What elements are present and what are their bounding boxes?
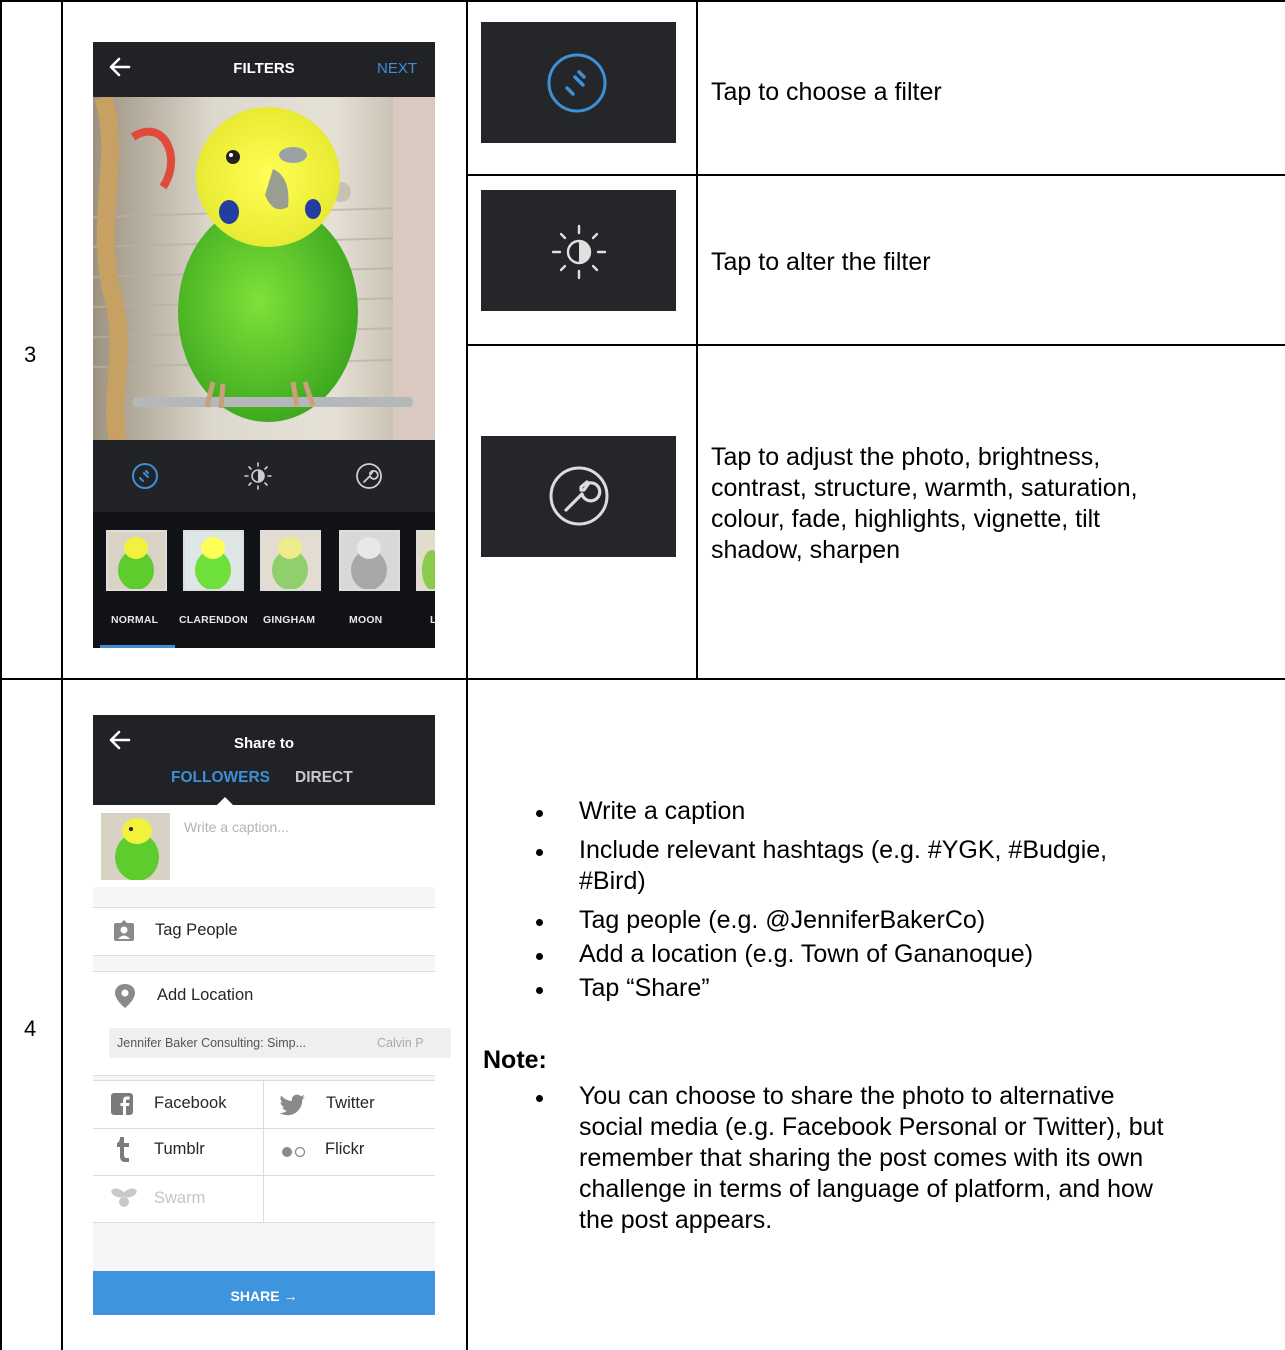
filter-icon[interactable] (131, 462, 159, 495)
bullet-dot (536, 1095, 543, 1102)
tab-followers[interactable]: FOLLOWERS (171, 769, 270, 787)
caption-input[interactable]: Write a caption... (184, 819, 289, 835)
caption-area: Write a caption... (93, 805, 435, 887)
brightness-icon[interactable] (243, 461, 273, 496)
bullet-item: Tap “Share” (579, 974, 710, 1002)
location-pin-icon (115, 984, 135, 1013)
brightness-tool-tile (481, 190, 676, 311)
tag-people-label: Tag People (155, 921, 238, 939)
bullet-dot (536, 810, 543, 817)
filter-thumb-partial[interactable] (416, 530, 435, 591)
swarm-toggle[interactable]: Swarm (154, 1189, 205, 1208)
bullet-dot (536, 987, 543, 994)
location-suggestion-chip[interactable]: Jennifer Baker Consulting: Simp... (109, 1028, 375, 1058)
filter-thumb-moon[interactable] (339, 530, 400, 591)
edit-toolbar (93, 440, 435, 512)
post-thumbnail (101, 813, 170, 880)
tab-direct[interactable]: DIRECT (295, 769, 353, 787)
twitter-toggle[interactable]: Twitter (326, 1094, 375, 1113)
next-button[interactable]: NEXT (377, 60, 417, 77)
flickr-icon (281, 1145, 307, 1163)
filter-label: GINGHAM (263, 614, 316, 626)
filter-instruction: Tap to choose a filter (711, 78, 942, 106)
bullet-dot (536, 953, 543, 960)
add-location-row[interactable]: Add Location (93, 971, 435, 1076)
note-line: challenge in terms of language of platfo… (579, 1175, 1153, 1203)
adjust-tool-tile (481, 436, 676, 557)
filter-label: L (430, 614, 437, 626)
note-line: the post appears. (579, 1206, 773, 1234)
note-line: remember that sharing the post comes wit… (579, 1144, 1144, 1172)
adjust-instruction: Tap to adjust the photo, brightness, con… (711, 442, 1138, 566)
step-number: 4 (24, 1016, 37, 1041)
filter-label: MOON (349, 614, 383, 626)
filter-thumb-normal[interactable] (106, 530, 167, 591)
adjust-instruction-line: shadow, sharpen (711, 536, 901, 564)
share-button[interactable]: SHARE → (93, 1271, 435, 1315)
bullet-item: Include relevant hashtags (e.g. #YGK, #B… (579, 836, 1108, 864)
wrench-icon (547, 464, 611, 533)
add-location-label: Add Location (157, 986, 254, 1004)
bullet-item: Write a caption (579, 797, 746, 825)
alter-instruction: Tap to alter the filter (711, 248, 931, 276)
filter-thumb-clarendon[interactable] (183, 530, 244, 591)
note-heading: Note: (483, 1046, 547, 1074)
step-number: 3 (24, 342, 37, 367)
adjust-instruction-line: contrast, structure, warmth, saturation, (711, 474, 1138, 502)
share-screen: Share to FOLLOWERS DIRECT Write a captio… (93, 715, 435, 1315)
tag-people-row[interactable]: Tag People (93, 907, 435, 956)
bullet-item-continued: #Bird) (579, 867, 646, 895)
bullet-item: Add a location (e.g. Town of Gananoque) (579, 940, 1034, 968)
note-line: social media (e.g. Facebook Personal or … (579, 1113, 1164, 1141)
share-title: Share to (233, 735, 294, 752)
bullet-dot (536, 919, 543, 926)
brightness-icon (549, 222, 609, 287)
bullet-dot (536, 849, 543, 856)
tab-pointer (217, 797, 233, 805)
filter-thumb-gingham[interactable] (260, 530, 321, 591)
bullet-item: Tag people (e.g. @JenniferBakerCo) (579, 906, 986, 934)
adjust-instruction-line: colour, fade, highlights, vignette, tilt (711, 505, 1101, 533)
person-tag-icon (113, 920, 135, 947)
facebook-toggle[interactable]: Facebook (154, 1094, 226, 1113)
share-header (93, 715, 435, 805)
filter-label: CLARENDON (179, 614, 248, 626)
tumblr-icon (115, 1137, 131, 1168)
filter-label: NORMAL (111, 614, 159, 626)
twitter-icon (279, 1094, 306, 1121)
filter-tool-tile (481, 22, 676, 143)
note-line: You can choose to share the photo to alt… (579, 1082, 1115, 1110)
wrench-icon[interactable] (355, 462, 383, 495)
filter-icon (545, 51, 609, 120)
budgie-photo (93, 97, 435, 440)
tumblr-toggle[interactable]: Tumblr (154, 1140, 205, 1159)
selected-filter-indicator (100, 645, 175, 648)
facebook-icon (111, 1093, 133, 1120)
share-networks: Facebook Twitter Tumblr Flickr Swarm (93, 1080, 435, 1223)
location-suggestion-chip[interactable]: Calvin P (369, 1028, 451, 1058)
flickr-toggle[interactable]: Flickr (325, 1140, 364, 1159)
swarm-icon (110, 1185, 138, 1214)
adjust-instruction-line: Tap to adjust the photo, brightness, (711, 443, 1101, 471)
